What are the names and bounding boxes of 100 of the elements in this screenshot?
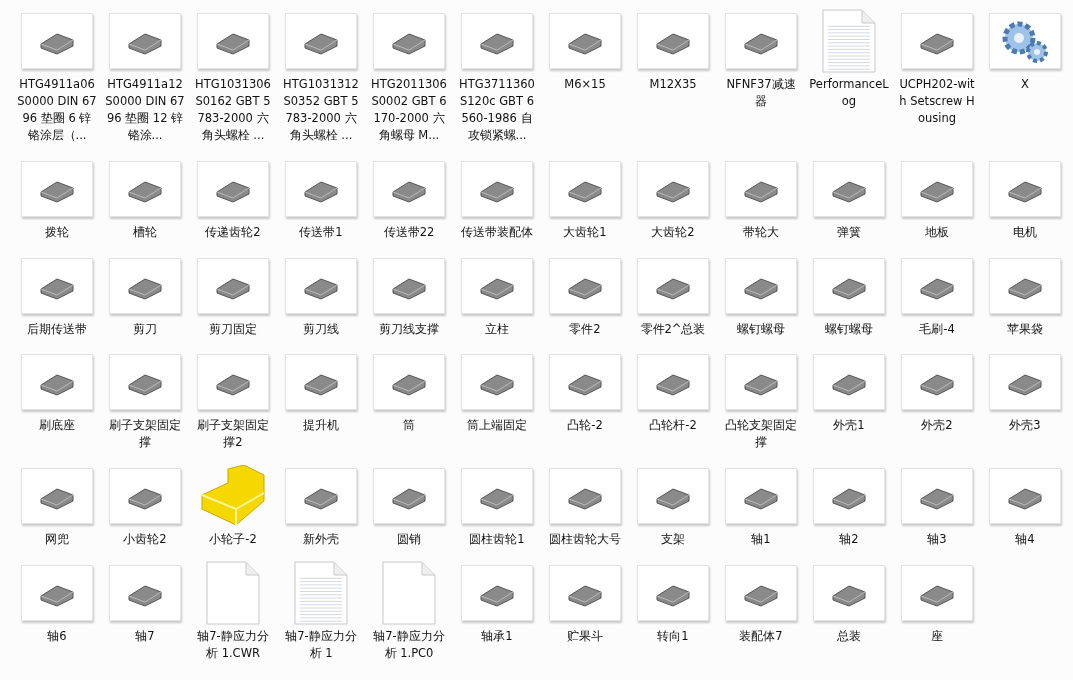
file-name[interactable]: HTG2011306S0002 GBT 6170-2000 六角螺母 M... [369, 76, 449, 144]
part-thumbnail[interactable] [813, 468, 885, 525]
part-thumbnail[interactable] [197, 160, 269, 217]
part-thumbnail[interactable] [549, 565, 621, 622]
part-thumbnail[interactable] [989, 160, 1061, 217]
part-thumbnail[interactable] [109, 468, 181, 525]
part-thumbnail[interactable] [901, 565, 973, 622]
part-thumbnail[interactable] [725, 257, 797, 314]
part-thumbnail[interactable] [21, 160, 93, 217]
file-name[interactable]: X [985, 76, 1065, 93]
file-name[interactable]: UCPH202-with Setscrew Housing [897, 76, 977, 127]
part-thumbnail[interactable] [725, 13, 797, 69]
part-thumbnail[interactable] [197, 13, 269, 69]
part-thumbnail[interactable] [901, 354, 973, 411]
file-name[interactable]: 提升机 [281, 417, 361, 435]
file-name[interactable]: 外壳2 [897, 417, 977, 435]
file-name[interactable]: 贮果斗 [545, 628, 625, 646]
file-name[interactable]: 外壳1 [809, 417, 889, 435]
file-name[interactable]: 后期传送带 [17, 320, 97, 338]
file-name[interactable]: 轴7-静应力分析 1 [281, 628, 361, 663]
part-thumbnail[interactable] [109, 354, 181, 411]
file-name[interactable]: 网兜 [17, 531, 97, 549]
file-name[interactable]: 立柱 [457, 320, 537, 338]
file-name[interactable]: HTG4911a06S0000 DIN 6796 垫圈 6 锌铬涂层（... [17, 76, 97, 144]
file-name[interactable]: 小轮子-2 [193, 531, 273, 549]
file-name[interactable]: 槽轮 [105, 223, 185, 241]
file-name[interactable]: 小齿轮2 [105, 531, 185, 549]
file-name[interactable]: 传送带1 [281, 223, 361, 241]
part-thumbnail[interactable] [21, 468, 93, 525]
part-thumbnail[interactable] [549, 468, 621, 525]
part-thumbnail[interactable] [989, 257, 1061, 314]
file-name[interactable]: 圆柱齿轮1 [457, 531, 537, 549]
part-thumbnail[interactable] [461, 257, 533, 314]
file-name[interactable]: 传送带装配体 [457, 223, 537, 241]
file-name[interactable]: NFNF37减速器 [721, 76, 801, 110]
file-name[interactable]: 凸轮-2 [545, 417, 625, 435]
part-thumbnail[interactable] [197, 354, 269, 411]
file-name[interactable]: 外壳3 [985, 417, 1065, 435]
part-thumbnail[interactable] [461, 13, 533, 69]
file-name[interactable]: HTG1031306S0162 GBT 5783-2000 六角头螺栓 ... [193, 76, 273, 144]
part-thumbnail[interactable] [109, 257, 181, 314]
file-name[interactable]: 零件2 [545, 320, 625, 338]
file-name[interactable]: 苹果袋 [985, 320, 1065, 338]
part-thumbnail[interactable] [285, 160, 357, 217]
part-thumbnail[interactable] [813, 565, 885, 622]
file-name[interactable]: 圆柱齿轮大号 [545, 531, 625, 549]
part-thumbnail[interactable] [549, 257, 621, 314]
part-thumbnail[interactable] [21, 13, 93, 69]
part-thumbnail[interactable] [637, 354, 709, 411]
part-thumbnail[interactable] [813, 354, 885, 411]
file-name[interactable]: 新外壳 [281, 531, 361, 549]
part-thumbnail[interactable] [285, 354, 357, 411]
file-name[interactable]: PerformanceLog [809, 76, 889, 110]
part-thumbnail[interactable] [373, 354, 445, 411]
file-name[interactable]: 剪刀线支撑 [369, 320, 449, 338]
file-name[interactable]: 轴7-静应力分析 1.CWR [193, 628, 273, 663]
file-name[interactable]: 传送带22 [369, 223, 449, 241]
part-thumbnail[interactable] [725, 468, 797, 525]
part-thumbnail[interactable] [549, 160, 621, 217]
file-name[interactable]: 轴3 [897, 531, 977, 549]
part-thumbnail[interactable] [21, 565, 93, 622]
file-name[interactable]: 刷子支架固定撑 [105, 417, 185, 452]
part-thumbnail[interactable] [989, 468, 1061, 525]
file-name[interactable]: HTG1031312S0352 GBT 5783-2000 六角头螺栓 ... [281, 76, 361, 144]
file-name[interactable]: 轴1 [721, 531, 801, 549]
part-thumbnail[interactable] [549, 13, 621, 69]
file-name[interactable]: 筒 [369, 417, 449, 435]
file-name[interactable]: 支架 [633, 531, 713, 549]
file-name[interactable]: 圆销 [369, 531, 449, 549]
file-name[interactable]: 弹簧 [809, 223, 889, 241]
file-name[interactable]: 轴7-静应力分析 1.PC0 [369, 628, 449, 663]
part-thumbnail[interactable] [461, 354, 533, 411]
file-name[interactable]: 大齿轮2 [633, 223, 713, 241]
part-thumbnail[interactable] [285, 468, 357, 525]
gears-icon[interactable] [989, 13, 1061, 69]
part-thumbnail[interactable] [813, 257, 885, 314]
part-thumbnail[interactable] [109, 160, 181, 217]
part-thumbnail[interactable] [725, 354, 797, 411]
part-thumbnail[interactable] [725, 160, 797, 217]
part-thumbnail[interactable] [373, 257, 445, 314]
part-thumbnail[interactable] [109, 13, 181, 69]
file-name[interactable]: 凸轮支架固定撑 [721, 417, 801, 452]
part-thumbnail[interactable] [725, 565, 797, 622]
file-name[interactable]: M6×15 [545, 76, 625, 93]
part-thumbnail[interactable] [901, 257, 973, 314]
file-name[interactable]: M12X35 [633, 76, 713, 93]
part-thumbnail[interactable] [901, 160, 973, 217]
file-name[interactable]: 轴6 [17, 628, 97, 646]
part-thumbnail[interactable] [637, 468, 709, 525]
file-name[interactable]: 总装 [809, 628, 889, 646]
part-thumbnail[interactable] [285, 257, 357, 314]
part-thumbnail[interactable] [637, 160, 709, 217]
file-name[interactable]: 剪刀线 [281, 320, 361, 338]
file-name[interactable]: 刷底座 [17, 417, 97, 435]
part-thumbnail[interactable] [285, 13, 357, 69]
part-thumbnail[interactable] [461, 160, 533, 217]
file-name[interactable]: 转向1 [633, 628, 713, 646]
part-thumbnail[interactable] [637, 257, 709, 314]
file-name[interactable]: 电机 [985, 223, 1065, 241]
file-name[interactable]: 装配体7 [721, 628, 801, 646]
